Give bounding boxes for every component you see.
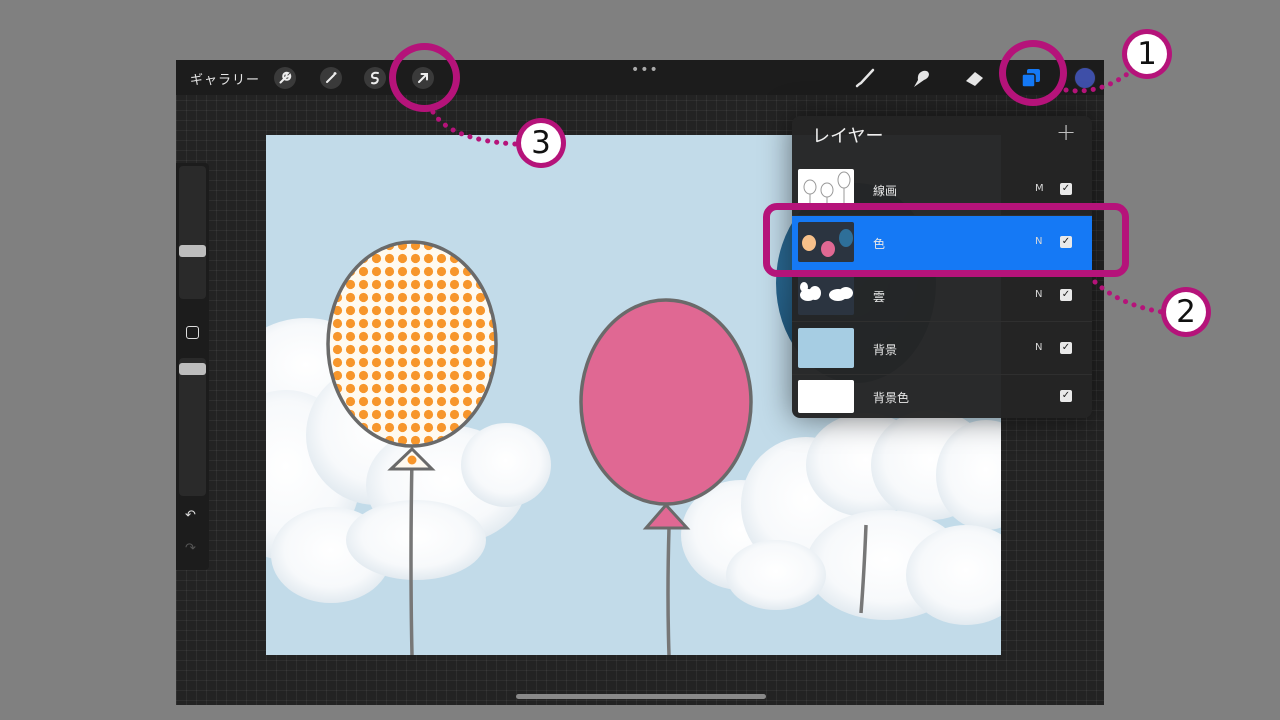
gallery-button[interactable]: ギャラリー xyxy=(190,69,260,88)
modify-square-icon[interactable] xyxy=(186,326,199,339)
layer-row[interactable]: 背景色 ✓ xyxy=(792,375,1092,418)
layer-name: 線画 xyxy=(873,184,898,198)
procreate-app-window: ギャラリー ••• ↶ ↷ レイヤー + 線画 M ✓ 色 N ✓ 雲 N ✓ … xyxy=(176,60,1104,705)
layer-row[interactable]: 背景 N ✓ xyxy=(792,323,1092,375)
layer-thumbnail xyxy=(798,275,854,315)
undo-icon[interactable]: ↶ xyxy=(185,508,196,523)
smudge-icon[interactable] xyxy=(908,66,934,90)
layer-thumbnail xyxy=(798,380,854,413)
opacity-slider[interactable] xyxy=(179,358,206,496)
add-layer-button[interactable]: + xyxy=(1056,118,1076,146)
layer-visibility-checkbox[interactable]: ✓ xyxy=(1060,289,1072,301)
brush-size-thumb[interactable] xyxy=(179,245,206,257)
layer-name: 背景 xyxy=(873,343,898,357)
layer-visibility-checkbox[interactable]: ✓ xyxy=(1060,342,1072,354)
layer-blend-mode[interactable]: N xyxy=(1035,289,1042,300)
layer-name: 雲 xyxy=(873,290,886,304)
color-picker-swatch[interactable] xyxy=(1074,67,1096,89)
badge-number: 1 xyxy=(1127,34,1167,74)
callout-badge-3: 3 xyxy=(516,118,566,168)
screenshot-stage: ギャラリー ••• ↶ ↷ レイヤー + 線画 M ✓ 色 N ✓ 雲 N ✓ … xyxy=(0,0,1280,720)
callout-badge-1: 1 xyxy=(1122,29,1172,79)
layer-visibility-checkbox[interactable]: ✓ xyxy=(1060,183,1072,195)
layer-name: 背景色 xyxy=(873,391,910,405)
home-indicator xyxy=(516,694,766,699)
layer-row[interactable]: 雲 N ✓ xyxy=(792,270,1092,322)
layer-blend-mode[interactable]: N xyxy=(1035,342,1042,353)
layers-panel-title: レイヤー xyxy=(812,126,884,147)
layer-visibility-checkbox[interactable]: ✓ xyxy=(1060,390,1072,402)
opacity-thumb[interactable] xyxy=(179,363,206,375)
layer-blend-mode[interactable]: M xyxy=(1035,183,1044,194)
brush-size-slider[interactable] xyxy=(179,166,206,299)
callout-2-dotted-line xyxy=(1092,279,1165,315)
badge-number: 2 xyxy=(1166,292,1206,332)
brush-icon[interactable] xyxy=(852,66,878,90)
wrench-icon[interactable] xyxy=(274,67,296,89)
callout-box-active-layer xyxy=(763,203,1129,277)
callout-ring-transform-button xyxy=(389,43,460,112)
badge-number: 3 xyxy=(521,123,561,163)
redo-icon[interactable]: ↷ xyxy=(185,541,196,556)
magic-wand-icon[interactable] xyxy=(320,67,342,89)
selection-icon[interactable] xyxy=(364,67,386,89)
eraser-icon[interactable] xyxy=(962,66,988,90)
more-options-icon[interactable]: ••• xyxy=(631,62,659,78)
callout-badge-2: 2 xyxy=(1161,287,1211,337)
layer-thumbnail xyxy=(798,328,854,368)
callout-ring-layers-button xyxy=(999,40,1067,106)
top-toolbar: ギャラリー ••• xyxy=(176,60,1104,95)
left-sidebar: ↶ ↷ xyxy=(176,163,209,570)
